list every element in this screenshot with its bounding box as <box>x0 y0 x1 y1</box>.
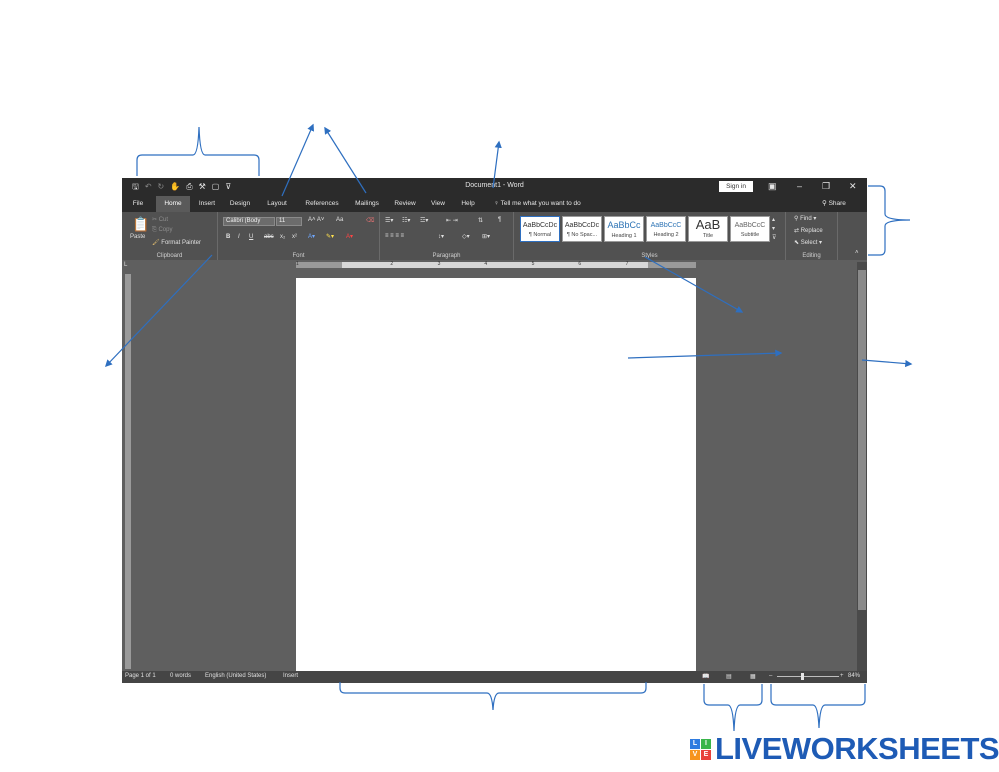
tabs-arrow-left <box>281 123 314 197</box>
logo-tiles: L I V E <box>690 738 711 760</box>
workspace-arrow <box>627 349 783 359</box>
scrollbar-arrow <box>861 359 913 368</box>
zoom-brace <box>770 684 866 729</box>
logo-tile: E <box>701 749 711 760</box>
logo-text: LIVEWORKSHEETS <box>715 731 999 766</box>
annotation-layer <box>105 123 913 732</box>
clipboard-arrow <box>105 254 213 368</box>
tabs-arrow-right <box>324 126 367 194</box>
liveworksheets-logo: L I V E LIVEWORKSHEETS <box>690 731 999 766</box>
quick-access-brace <box>136 126 260 176</box>
status-brace <box>339 682 647 711</box>
ribbon-brace <box>868 185 911 256</box>
worksheet-page: 🖫 ↶ ↻ ✋ ⎙ ⚒ ▢ ⊽ Document1 - Word Sign in… <box>0 0 999 772</box>
logo-tile: L <box>690 738 700 749</box>
title-arrow <box>492 140 502 189</box>
styles-arrow <box>644 256 744 313</box>
logo-tile: I <box>701 738 711 749</box>
logo-tile: V <box>690 749 700 760</box>
views-brace <box>703 684 763 732</box>
